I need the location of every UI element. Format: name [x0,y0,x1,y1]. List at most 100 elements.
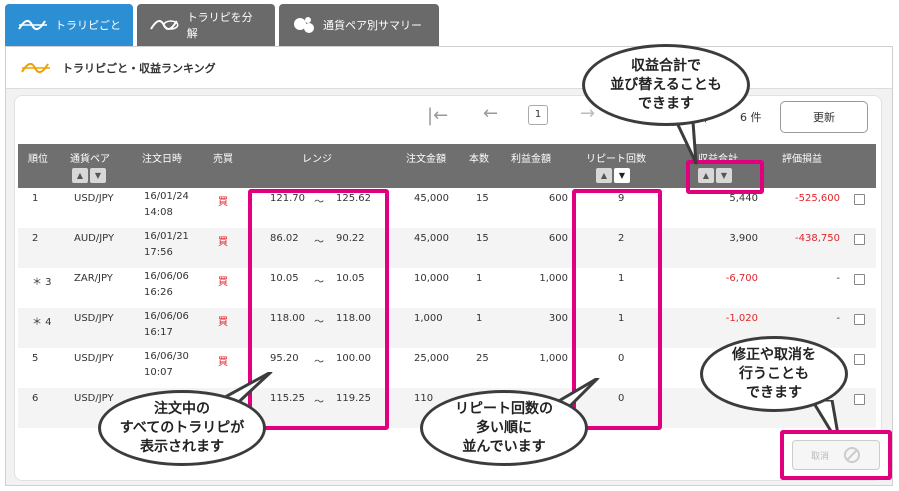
table-row[interactable]: 2 AUD/JPY 16/01/21 17:56 買 86.02 ～ 90.22 45,000 1… [18,228,876,268]
col-repeat: リピート回数 [586,154,646,165]
cancel-highlight: 取消 [780,430,892,480]
order-date: 16/06/06 [144,271,189,282]
callout-sort: 収益合計で 並び替えることも できます [582,44,750,126]
cell-side: 買 [218,197,228,208]
col-profit: 利益金額 [511,154,551,165]
cell-amount: 45,000 [414,233,449,244]
cell-side: 買 [218,237,228,248]
panel-header: トラリピごと・収益ランキング [6,47,892,89]
refresh-label: 更新 [813,111,835,124]
cell-date: 16/01/24 14:08 [144,189,189,221]
order-time: 10:07 [144,367,173,378]
col-side: 売買 [213,154,233,165]
first-page-button[interactable]: |← [427,105,448,126]
cell-pair: USD/JPY [74,313,114,324]
row-checkbox[interactable] [854,394,865,405]
col-pair: 通貨ペア [70,154,110,165]
cell-lots: 1 [476,273,483,284]
tab-label: トラリピごと [55,19,121,32]
col-lots: 本数 [469,154,489,165]
prev-page-button[interactable]: ← [483,103,498,124]
cell-profit: 600 [548,233,568,244]
table-row[interactable]: 1 USD/JPY 16/01/24 14:08 買 121.70 ～ 125.62 45,00… [18,188,876,228]
cell-unrealized: -525,600 [795,193,840,204]
col-rank: 順位 [28,154,48,165]
cell-profit: 1,000 [539,273,568,284]
tab-summary[interactable]: 通貨ペア別サマリー [279,4,439,46]
sort-asc-button[interactable]: ▲ [72,168,88,183]
next-page-button[interactable]: → [580,103,595,124]
order-time: 16:17 [144,327,173,338]
cell-unrealized: -438,750 [795,233,840,244]
col-unrealized: 評価損益 [782,154,822,165]
cell-date: 16/06/06 16:26 [144,269,189,301]
cell-profit: 600 [548,193,568,204]
panel-title: トラリピごと・収益ランキング [62,61,216,75]
cell-side: 買 [218,277,228,288]
callout-edit: 修正や取消を 行うことも できます [700,336,848,412]
row-checkbox[interactable] [854,234,865,245]
tab-bar: トラリピごと トラリピを分解 通貨ペア別サマリー [5,4,439,46]
cell-rank: 2 [32,233,39,244]
refresh-button[interactable]: 更新 [780,101,868,133]
bubbles-icon [294,17,314,33]
cell-date: 16/06/06 16:17 [144,309,189,341]
row-checkbox[interactable] [854,354,865,365]
cell-unrealized: - [836,313,840,324]
cell-amount: 25,000 [414,353,449,364]
result-count: 6 件 [740,111,762,124]
sort-desc-button[interactable]: ▼ [614,168,630,183]
cell-total: 5,440 [729,193,758,204]
cell-pair: ZAR/JPY [74,273,113,284]
callout-all-text: 注文中の すべてのトラリピが 表示されます [119,400,245,455]
order-time: 14:08 [144,207,173,218]
col-date: 注文日時 [142,154,182,165]
tab-trarepi[interactable]: トラリピごと [5,4,133,46]
prohibit-icon [844,447,860,463]
cell-date: 16/06/30 10:07 [144,349,189,381]
page-number[interactable]: 1 [528,105,548,125]
callout-sort-text: 収益合計で 並び替えることも できます [610,57,722,112]
callout-repeat: リピート回数の 多い順に 並んでいます [420,390,588,466]
callout-edit-text: 修正や取消を 行うことも できます [732,346,816,401]
sort-asc-button[interactable]: ▲ [596,168,612,183]
cell-side: 買 [218,357,228,368]
cell-pair: USD/JPY [74,353,114,364]
cell-pair: AUD/JPY [74,233,115,244]
cell-date: 16/01/21 17:56 [144,229,189,261]
cancel-button[interactable]: 取消 [792,440,880,470]
cell-amount: 110 [414,393,434,404]
cell-lots: 25 [476,353,489,364]
col-range: レンジ [302,154,332,165]
cell-rank: 1 [32,193,39,204]
cell-total: -6,700 [725,273,758,284]
row-checkbox[interactable] [854,194,865,205]
row-checkbox[interactable] [854,314,865,325]
cell-total: 3,900 [729,233,758,244]
cell-amount: 10,000 [414,273,449,284]
cell-profit: 1,000 [539,353,568,364]
order-date: 16/01/24 [144,191,189,202]
tab-label: トラリピを分解 [186,11,253,40]
cell-profit: 300 [548,313,568,324]
tab-label: 通貨ペア別サマリー [323,19,422,32]
cell-total: -1,020 [725,313,758,324]
order-date: 16/06/30 [144,351,189,362]
cell-pair: USD/JPY [74,393,114,404]
row-checkbox[interactable] [854,274,865,285]
trarepi-wave-icon [21,62,50,73]
repeat-sort: ▲ ▼ [596,168,630,183]
table-row[interactable]: ＊ 3 ZAR/JPY 16/06/06 16:26 買 10.05 ～ 10.05 10,00… [18,268,876,308]
callout-repeat-text: リピート回数の 多い順に 並んでいます [455,400,553,455]
order-date: 16/01/21 [144,231,189,242]
callout-all: 注文中の すべてのトラリピが 表示されます [98,390,266,466]
sort-desc-button[interactable]: ▼ [90,168,106,183]
cell-rank: ＊ 4 [32,317,52,328]
cell-pair: USD/JPY [74,193,114,204]
cell-lots: 15 [476,193,489,204]
order-time: 16:26 [144,287,173,298]
cell-amount: 45,000 [414,193,449,204]
order-date: 16/06/06 [144,311,189,322]
cell-amount: 1,000 [414,313,443,324]
tab-breakdown[interactable]: トラリピを分解 [137,4,275,46]
